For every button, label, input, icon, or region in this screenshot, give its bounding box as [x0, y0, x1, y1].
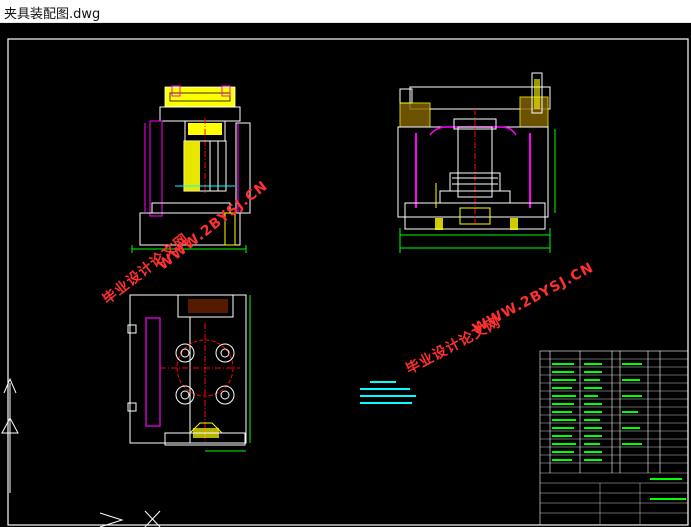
top-view [127, 294, 251, 452]
file-title: 夹具装配图.dwg [4, 7, 101, 22]
side-view [397, 72, 556, 253]
drawing-canvas[interactable]: WWW.2BYSJ.CN 毕业设计论文网 WWW.2BYSJ.CN 毕业设计论文… [0, 23, 691, 527]
parts-list-entries [552, 363, 686, 500]
technical-notes [360, 381, 416, 404]
ucs-y-arrow-icon [1, 377, 19, 493]
parts-list-rows [540, 358, 688, 525]
front-view [131, 85, 251, 253]
window-titlebar: 夹具装配图.dwg [0, 0, 691, 23]
